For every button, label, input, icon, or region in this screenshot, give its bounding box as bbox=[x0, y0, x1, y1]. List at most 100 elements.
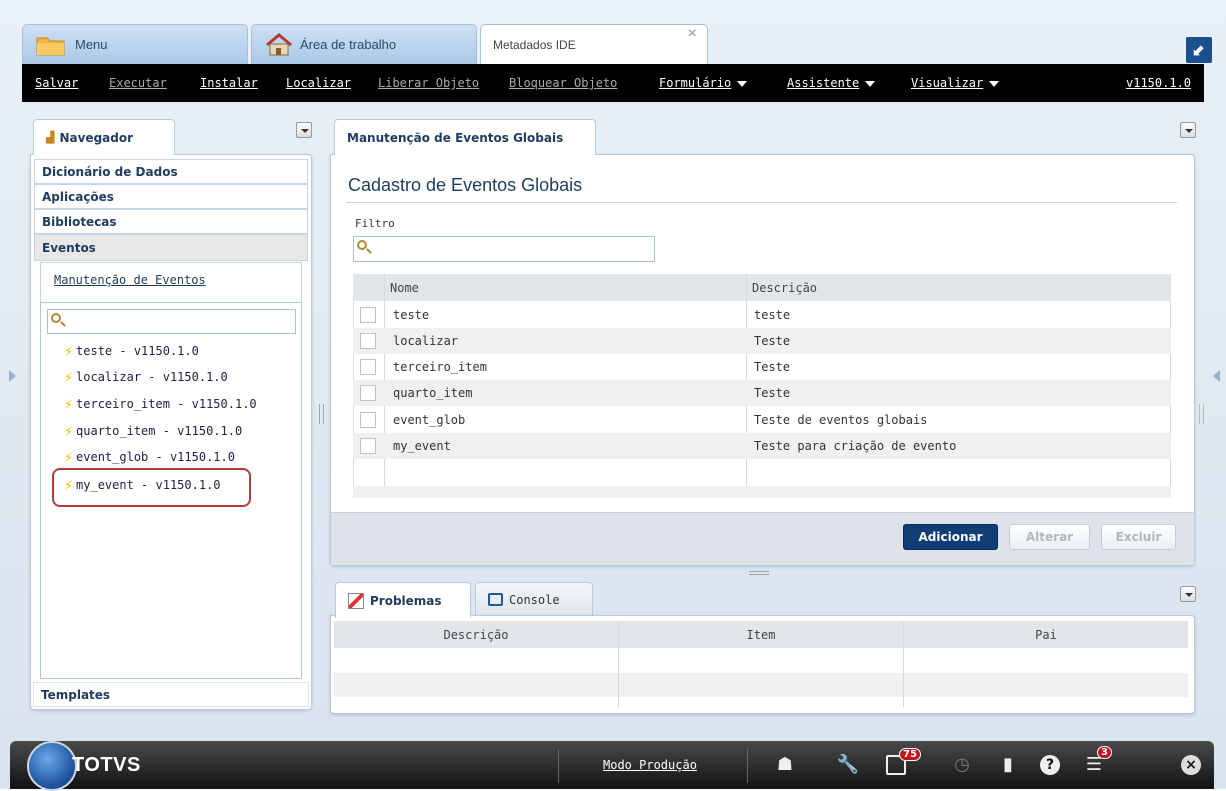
tab-menu[interactable]: Menu bbox=[22, 24, 248, 64]
table-row[interactable]: localizar Teste bbox=[353, 328, 1171, 354]
table-row[interactable]: event_glob Teste de eventos globais bbox=[353, 407, 1171, 433]
menu-assistente[interactable]: Assistente bbox=[787, 76, 876, 90]
menu-formulario-label: Formulário bbox=[659, 76, 732, 90]
tree-search-input[interactable] bbox=[47, 309, 296, 334]
cell-nome: my_event bbox=[393, 439, 451, 453]
menu-bar: Salvar Executar Instalar Localizar Liber… bbox=[22, 64, 1204, 102]
lightning-icon: ⚡ bbox=[64, 422, 74, 440]
menu-visualizar[interactable]: Visualizar bbox=[911, 76, 1000, 90]
minimize-icon[interactable]: ⬋ bbox=[1186, 37, 1212, 63]
cell-descricao: teste bbox=[754, 308, 791, 322]
col-nome[interactable]: Nome bbox=[390, 281, 419, 295]
tab-metadados-label: Metadados IDE bbox=[493, 37, 576, 52]
main-tab-label: Manutenção de Eventos Globais bbox=[347, 130, 564, 145]
tab-workspace-label: Área de trabalho bbox=[300, 37, 397, 52]
tree-item[interactable]: ⚡ quarto_item - v1150.1.0 bbox=[64, 422, 242, 440]
messages-badge: 3 bbox=[1097, 746, 1112, 759]
tab-metadados-ide[interactable]: Metadados IDE × bbox=[480, 24, 708, 64]
console-icon bbox=[488, 593, 503, 606]
taskbar: TOTVS Modo Produção ☗ 🔧 75 ◷ ▮ ? ☰ 3 × bbox=[10, 741, 1214, 791]
add-button[interactable]: Adicionar bbox=[903, 524, 998, 550]
help-icon[interactable]: ? bbox=[1040, 755, 1060, 775]
section-templates[interactable]: Templates bbox=[33, 682, 309, 707]
cell-descricao: Teste de eventos globais bbox=[754, 413, 928, 427]
cell-nome: event_glob bbox=[393, 413, 466, 427]
table-row[interactable]: teste teste bbox=[353, 302, 1171, 328]
menu-executar[interactable]: Executar bbox=[109, 76, 167, 90]
section-eventos[interactable]: Eventos bbox=[34, 234, 308, 261]
lightning-icon: ⚡ bbox=[64, 395, 74, 413]
problems-header: Descrição Item Pai bbox=[334, 621, 1188, 648]
tree-item[interactable]: ⚡ my_event - v1150.1.0 bbox=[64, 476, 221, 494]
close-icon[interactable]: × bbox=[688, 25, 697, 43]
filter-input[interactable] bbox=[353, 236, 655, 262]
row-checkbox[interactable] bbox=[360, 333, 376, 349]
link-manutencao-eventos[interactable]: Manutenção de Eventos bbox=[54, 273, 206, 287]
menu-localizar[interactable]: Localizar bbox=[286, 76, 351, 90]
row-checkbox[interactable] bbox=[360, 307, 376, 323]
expand-left-icon[interactable] bbox=[9, 370, 16, 382]
wrench-icon[interactable]: 🔧 bbox=[836, 753, 860, 777]
tree-item-label: localizar - v1150.1.0 bbox=[76, 370, 228, 384]
table-row[interactable]: quarto_item Teste bbox=[353, 380, 1171, 406]
close-app-icon[interactable]: × bbox=[1181, 755, 1201, 775]
table-row[interactable]: my_event Teste para criação de evento bbox=[353, 433, 1171, 459]
search-icon bbox=[51, 313, 61, 323]
version-label[interactable]: v1150.1.0 bbox=[1126, 76, 1191, 90]
cell-descricao: Teste bbox=[754, 360, 791, 374]
section-dicionario[interactable]: Dicionário de Dados bbox=[34, 159, 308, 184]
col-problem-descricao[interactable]: Descrição bbox=[334, 628, 618, 642]
col-descricao[interactable]: Descrição bbox=[752, 281, 817, 295]
tree-item-label: terceiro_item - v1150.1.0 bbox=[76, 397, 257, 411]
section-aplicacoes[interactable]: Aplicações bbox=[34, 184, 308, 209]
tab-workspace[interactable]: Área de trabalho bbox=[251, 24, 477, 64]
tree-item-label: teste - v1150.1.0 bbox=[76, 344, 199, 358]
document-icon[interactable]: ▮ bbox=[996, 753, 1020, 777]
network-icon[interactable]: ☗ bbox=[773, 753, 797, 777]
lightning-icon: ⚡ bbox=[64, 476, 74, 494]
expand-right-icon[interactable] bbox=[1213, 370, 1220, 382]
tab-problemas[interactable]: Problemas bbox=[335, 582, 471, 618]
col-divider bbox=[903, 621, 904, 707]
row-checkbox[interactable] bbox=[360, 412, 376, 428]
tree-item[interactable]: ⚡ localizar - v1150.1.0 bbox=[64, 368, 228, 386]
table-row-empty bbox=[353, 486, 1171, 498]
section-bibliotecas[interactable]: Bibliotecas bbox=[34, 209, 308, 234]
table-row[interactable]: terceiro_item Teste bbox=[353, 354, 1171, 380]
menu-formulario[interactable]: Formulário bbox=[659, 76, 748, 90]
cell-nome: quarto_item bbox=[393, 386, 473, 400]
cell-nome: terceiro_item bbox=[393, 360, 487, 374]
row-checkbox[interactable] bbox=[360, 359, 376, 375]
mode-link[interactable]: Modo Produção bbox=[603, 758, 697, 772]
splitter-handle[interactable] bbox=[319, 404, 324, 424]
row-checkbox[interactable] bbox=[360, 438, 376, 454]
tree-item-label: event_glob - v1150.1.0 bbox=[76, 450, 235, 464]
tab-navegador[interactable]: ▟ Navegador bbox=[33, 119, 175, 155]
navigator-menu-button[interactable] bbox=[296, 122, 312, 138]
main-menu-button[interactable] bbox=[1180, 122, 1196, 138]
folder-icon bbox=[35, 33, 67, 57]
tab-console[interactable]: Console bbox=[475, 582, 593, 616]
menu-liberar-objeto[interactable]: Liberar Objeto bbox=[378, 76, 479, 90]
problemas-label: Problemas bbox=[370, 593, 442, 608]
tree-item[interactable]: ⚡ teste - v1150.1.0 bbox=[64, 342, 199, 360]
totvs-logo[interactable] bbox=[27, 741, 77, 791]
bottom-menu-button[interactable] bbox=[1180, 586, 1196, 602]
col-problem-item[interactable]: Item bbox=[619, 628, 903, 642]
col-problem-pai[interactable]: Pai bbox=[904, 628, 1188, 642]
menu-salvar[interactable]: Salvar bbox=[35, 76, 78, 90]
right-splitter[interactable] bbox=[1199, 404, 1204, 424]
horizontal-splitter[interactable] bbox=[749, 571, 769, 575]
menu-bloquear-objeto[interactable]: Bloquear Objeto bbox=[509, 76, 617, 90]
divider bbox=[558, 749, 559, 783]
lightning-icon: ⚡ bbox=[64, 368, 74, 386]
edit-button[interactable]: Alterar bbox=[1009, 524, 1090, 550]
menu-instalar[interactable]: Instalar bbox=[200, 76, 258, 90]
tab-manutencao-eventos-globais[interactable]: Manutenção de Eventos Globais bbox=[334, 119, 596, 155]
tree-item[interactable]: ⚡ event_glob - v1150.1.0 bbox=[64, 448, 235, 466]
cell-descricao: Teste bbox=[754, 334, 791, 348]
tree-item[interactable]: ⚡ terceiro_item - v1150.1.0 bbox=[64, 395, 257, 413]
menu-visualizar-label: Visualizar bbox=[911, 76, 984, 90]
row-checkbox[interactable] bbox=[360, 385, 376, 401]
delete-button[interactable]: Excluir bbox=[1101, 524, 1176, 550]
